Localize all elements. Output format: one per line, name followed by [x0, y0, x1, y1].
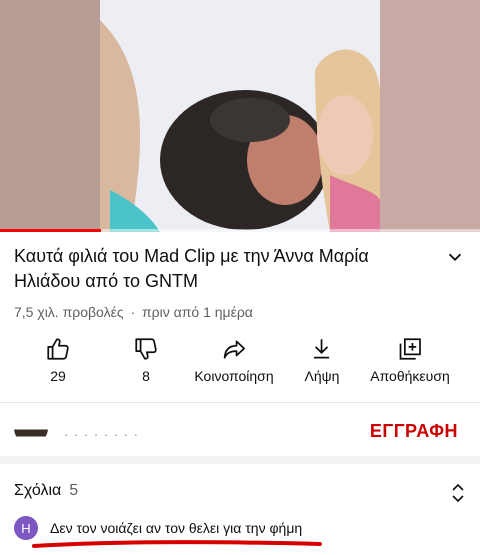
video-frame-image	[0, 0, 480, 232]
comments-count: 5	[69, 482, 79, 499]
download-label: Λήψη	[304, 368, 340, 384]
action-bar: 29 8 Κοινοποίηση Λήψη Αποθήκευση	[0, 336, 480, 390]
thumbs-down-icon	[135, 338, 157, 360]
chevron-down-icon[interactable]	[444, 246, 466, 268]
meta-separator: ·	[130, 304, 136, 320]
save-label: Αποθήκευση	[370, 368, 450, 384]
share-button[interactable]: Κοινοποίηση	[194, 336, 274, 384]
comments-label: Σχόλια	[14, 482, 62, 499]
dislike-count: 8	[142, 368, 150, 384]
like-count: 29	[50, 368, 66, 384]
channel-name[interactable]: · · · · · · · ·	[64, 427, 139, 442]
subscribe-button[interactable]: ΕΓΓΡΑΦΗ	[370, 421, 458, 442]
video-meta: 7,5 χιλ. προβολές · πριν από 1 ημέρα	[14, 304, 256, 320]
expand-collapse-icon[interactable]	[450, 482, 466, 504]
channel-avatar[interactable]	[14, 411, 48, 445]
video-progress-fill	[0, 229, 101, 232]
save-button[interactable]: Αποθήκευση	[370, 336, 450, 384]
comment-text: Δεν τον νοιάζει αν τον θελει για την φήμ…	[50, 520, 303, 536]
thumbs-up-icon	[47, 338, 69, 360]
download-button[interactable]: Λήψη	[304, 336, 340, 384]
video-progress-bar[interactable]	[0, 229, 480, 232]
save-playlist-icon	[399, 338, 421, 360]
top-comment[interactable]: H Δεν τον νοιάζει αν τον θελει για την φ…	[14, 516, 474, 540]
view-count: 7,5 χιλ. προβολές	[14, 304, 124, 320]
video-title: Καυτά φιλιά του Mad Clip με την Άννα Μαρ…	[14, 246, 369, 291]
download-icon	[314, 339, 330, 359]
section-divider	[0, 456, 480, 464]
video-player[interactable]	[0, 0, 480, 232]
upload-age: πριν από 1 ημέρα	[142, 304, 253, 320]
comments-header[interactable]: Σχόλια 5	[14, 482, 78, 500]
like-button[interactable]: 29	[45, 336, 71, 384]
comment-avatar: H	[14, 516, 38, 540]
share-label: Κοινοποίηση	[194, 368, 274, 384]
share-icon	[223, 340, 245, 359]
red-underline-annotation	[32, 540, 322, 548]
dislike-button[interactable]: 8	[133, 336, 159, 384]
channel-row: · · · · · · · · ΕΓΓΡΑΦΗ	[0, 403, 480, 453]
